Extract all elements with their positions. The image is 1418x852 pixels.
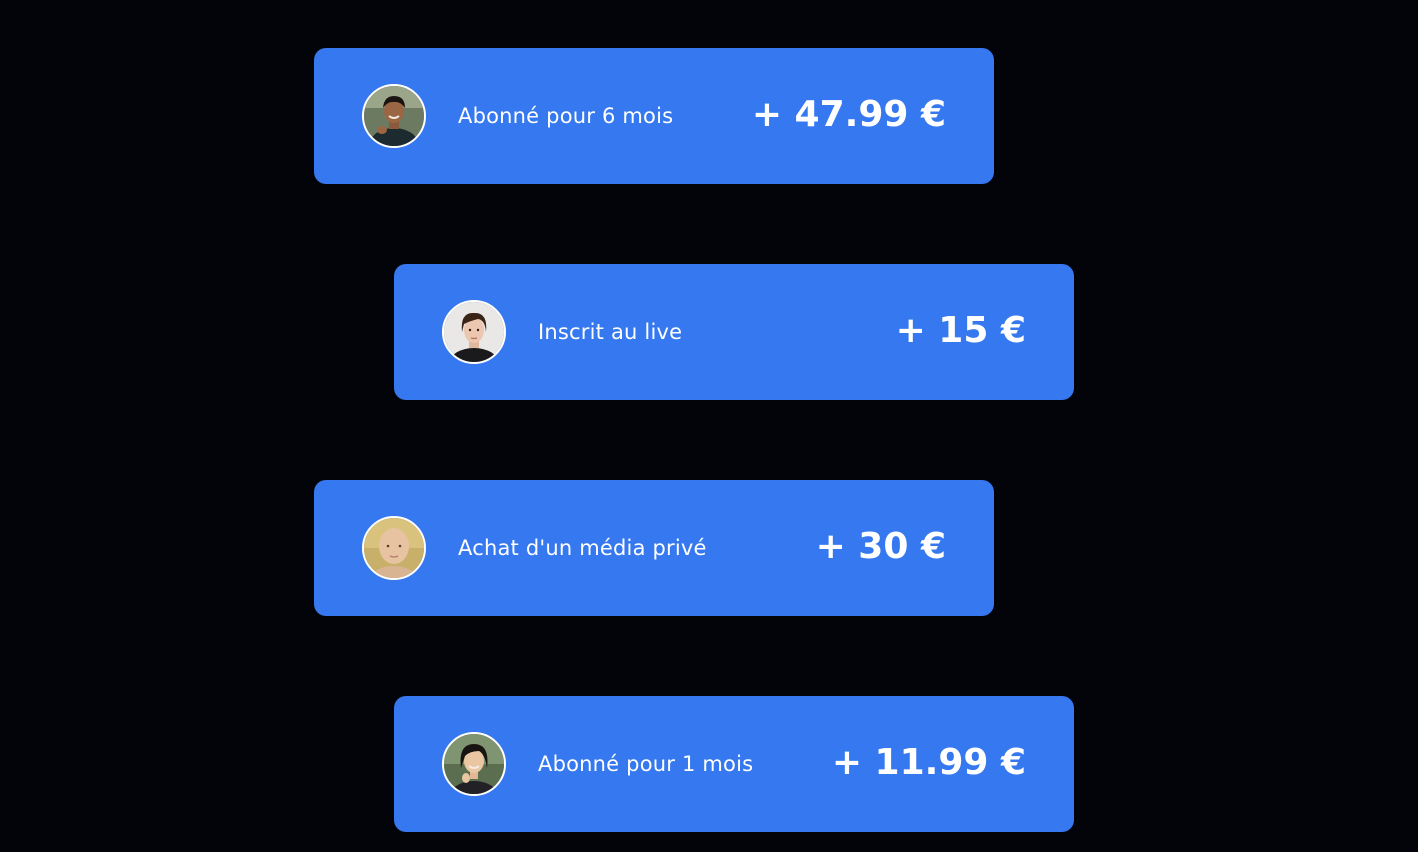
transaction-card: Abonné pour 1 mois + 11.99 € [394,696,1074,832]
avatar-person-short-hair-icon [444,302,504,362]
transaction-label: Abonné pour 6 mois [458,104,674,128]
transaction-amount: + 15 € [895,310,1026,351]
avatar [362,516,426,580]
avatar-bald-child-icon [364,518,424,578]
transaction-card: Abonné pour 6 mois + 47.99 € [314,48,994,184]
avatar [442,732,506,796]
transaction-amount: + 11.99 € [831,742,1026,783]
transaction-label: Achat d'un média privé [458,536,707,560]
transaction-amount: + 30 € [815,526,946,567]
avatar [442,300,506,364]
avatar [362,84,426,148]
avatar-woman-smiling-icon [444,734,504,794]
avatar-man-smiling-icon [364,86,424,146]
transaction-card: Inscrit au live + 15 € [394,264,1074,400]
transaction-label: Abonné pour 1 mois [538,752,754,776]
transaction-label: Inscrit au live [538,320,683,344]
transaction-card: Achat d'un média privé + 30 € [314,480,994,616]
transaction-amount: + 47.99 € [751,94,946,135]
